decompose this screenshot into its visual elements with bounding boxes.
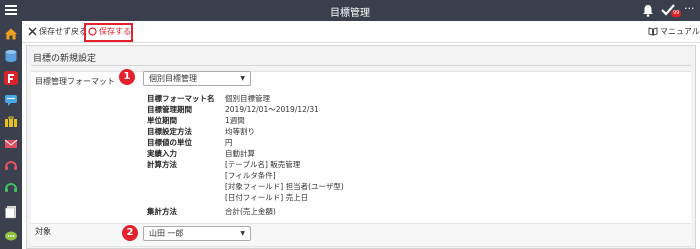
detail-key: 目標設定方法 <box>147 127 192 136</box>
target-select[interactable]: 山田 一郎 ▼ <box>143 226 251 241</box>
detail-key: 目標値の単位 <box>147 138 192 147</box>
detail-value: 円 <box>225 138 233 147</box>
sidebar <box>0 21 22 249</box>
marker-2: 2 <box>122 225 138 241</box>
detail-key: 計算方法 <box>147 160 177 169</box>
app-title: 目標管理 <box>330 8 370 19</box>
more-options-icon[interactable]: ··· <box>684 2 695 15</box>
detail-value: 合計(売上金額) <box>225 207 276 216</box>
detail-value: [対象フィールド] 担当者(ユーザ型) <box>225 182 344 191</box>
circle-icon <box>88 27 97 36</box>
detail-key: 目標フォーマット名 <box>147 94 215 103</box>
section-title: 目標の新規設定 <box>33 54 97 64</box>
message-icon[interactable] <box>4 229 18 243</box>
detail-value: 均等割り <box>225 127 255 136</box>
target-select-value: 山田 一郎 <box>149 229 184 238</box>
headset-green-icon[interactable] <box>4 181 18 195</box>
detail-value: 1週間 <box>225 116 245 125</box>
bell-icon[interactable] <box>642 4 654 17</box>
target-label: 対象 <box>35 227 51 236</box>
format-row <box>31 71 691 241</box>
content-panel: 目標の新規設定 目標管理フォーマット 個別目標管理 ▼ 1 目標フォーマット名個… <box>26 45 696 249</box>
close-without-save-label: 保存せず戻る <box>39 27 87 36</box>
home-icon[interactable] <box>4 27 18 41</box>
mail-icon[interactable] <box>4 137 18 151</box>
detail-key: 単位期間 <box>147 116 177 125</box>
book-icon <box>648 27 658 36</box>
detail-key: 実績入力 <box>147 149 177 158</box>
top-bar: 目標管理 99 ··· <box>0 0 700 21</box>
save-label: 保存する <box>99 27 131 36</box>
detail-value: [日付フィールド] 売上日 <box>225 193 309 202</box>
manual-label: マニュアル <box>660 27 700 36</box>
detail-key: 目標管理期間 <box>147 105 192 114</box>
manual-link[interactable]: マニュアル <box>648 26 700 37</box>
briefcase-icon[interactable] <box>4 115 18 129</box>
format-label: 目標管理フォーマット <box>35 77 115 86</box>
detail-value: 2019/12/01～2019/12/31 <box>225 105 319 114</box>
close-icon <box>28 27 37 36</box>
headset-icon[interactable] <box>4 159 18 173</box>
format-select-value: 個別目標管理 <box>149 74 197 83</box>
section-divider <box>31 65 691 66</box>
detail-key: 集計方法 <box>147 207 177 216</box>
detail-value: [フィルタ条件] <box>225 171 276 180</box>
notification-badge: 99 <box>671 10 682 17</box>
detail-value: 個別目標管理 <box>225 94 270 103</box>
toolbar: 保存せず戻る 保存する マニュアル <box>22 21 700 43</box>
flag-icon[interactable] <box>4 71 18 85</box>
close-without-save-button[interactable]: 保存せず戻る <box>28 26 87 37</box>
marker-1: 1 <box>119 69 135 85</box>
save-button[interactable]: 保存する <box>88 26 131 37</box>
chat-icon[interactable] <box>4 93 18 107</box>
main-area: 保存せず戻る 保存する マニュアル 目標の新規設定 目標管理フォーマット 個別目… <box>22 21 700 249</box>
dropdown-arrow-icon: ▼ <box>240 230 245 237</box>
detail-value: [テーブル名] 販売管理 <box>225 160 301 169</box>
format-select[interactable]: 個別目標管理 ▼ <box>143 71 251 86</box>
document-icon[interactable] <box>4 205 18 219</box>
detail-value: 自動計算 <box>225 149 255 158</box>
database-icon[interactable] <box>4 49 18 63</box>
dropdown-arrow-icon: ▼ <box>240 75 245 82</box>
